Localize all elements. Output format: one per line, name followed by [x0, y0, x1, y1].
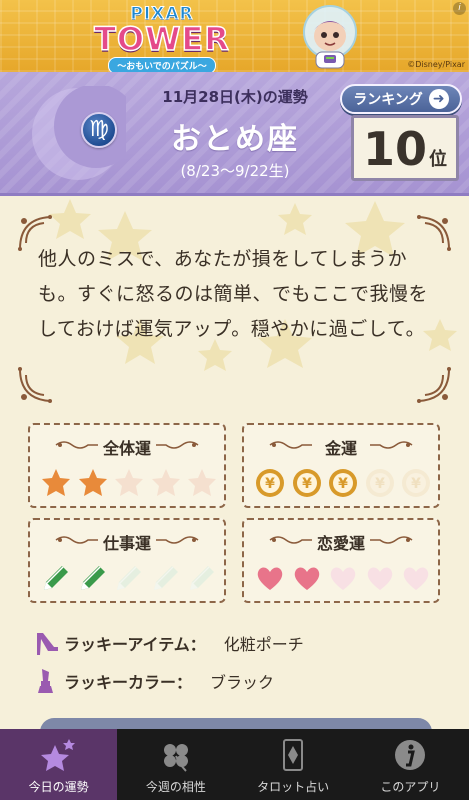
ranking-button[interactable]: ランキング ➜	[340, 84, 462, 114]
banner-copyright: ©Disney/Pixar	[407, 60, 465, 69]
high-heel-icon	[37, 633, 58, 655]
ornament-icon	[156, 536, 199, 544]
tab-label: 今週の相性	[145, 780, 206, 794]
pencil-icon-empty	[117, 566, 141, 590]
fortune-box-money: 金運 ¥ ¥ ¥ ¥ ¥	[242, 423, 440, 508]
fortune-message: 他人のミスで、あなたが損をしてしまうかも。すぐに怒るのは簡単、でもここで我慢をし…	[38, 248, 429, 340]
ad-banner[interactable]: PIXAR TOWER 〜おもいでのパズル〜 ©Disney/Pixar i	[0, 0, 469, 72]
pencil-icon-filled	[80, 566, 105, 590]
clover-icon	[163, 744, 188, 772]
star-icon-empty	[188, 469, 216, 496]
lipstick-icon	[38, 669, 53, 693]
star-icon-filled	[42, 469, 70, 496]
svg-text:¥: ¥	[265, 476, 275, 492]
pencil-icon-empty	[190, 566, 214, 590]
tab-tarot[interactable]: タロット占い	[235, 729, 352, 800]
tab-weekly-compatibility[interactable]: 今週の相性	[117, 729, 234, 800]
space-ranger-character-icon	[303, 5, 357, 69]
ornament-icon	[156, 441, 199, 449]
tab-today-fortune[interactable]: 今日の運勢	[0, 729, 118, 800]
fortune-box-overall: 全体運	[28, 423, 226, 508]
lucky-color-value: ブラック	[210, 673, 275, 692]
star-icon-empty	[115, 469, 143, 496]
stars-icon	[40, 739, 75, 771]
ornament-icon	[370, 441, 413, 449]
bottom-tab-bar: 今日の運勢 今週の相性 タロット占い このアプリ	[0, 729, 469, 800]
tab-label: 今日の運勢	[28, 780, 89, 794]
rank-unit: 位	[429, 149, 447, 170]
star-icon-empty	[151, 469, 180, 496]
heart-icon-empty	[403, 567, 429, 590]
yen-coin-icon-filled: ¥	[292, 469, 321, 497]
logo-subtitle: 〜おもいでのパズル〜	[108, 57, 216, 72]
ranking-button-label: ランキング	[353, 92, 423, 108]
rating-row	[40, 467, 218, 499]
tab-label: タロット占い	[257, 780, 330, 794]
svg-text:¥: ¥	[338, 476, 348, 492]
lucky-item-row: ラッキーアイテム： 化粧ポーチ	[34, 629, 304, 657]
svg-text:¥: ¥	[411, 476, 421, 492]
ad-info-icon[interactable]: i	[453, 2, 466, 15]
fortune-box-love: 恋愛運	[242, 518, 440, 603]
corner-ornament-bottom-left	[18, 367, 52, 403]
heart-icon-empty	[367, 567, 392, 590]
heart-icon-filled	[294, 567, 319, 590]
rating-row: ¥ ¥ ¥ ¥ ¥	[254, 467, 432, 499]
yen-coin-icon-empty: ¥	[402, 469, 430, 497]
logo-main-text: TOWER	[93, 20, 230, 58]
lucky-color-label: ラッキーカラー：	[64, 673, 193, 692]
tab-about-app[interactable]: このアプリ	[352, 729, 469, 800]
heart-icon-filled	[257, 567, 283, 590]
yen-coin-icon-filled: ¥	[256, 469, 284, 497]
lucky-color-row: ラッキーカラー： ブラック	[34, 667, 274, 695]
tarot-card-icon	[283, 739, 304, 771]
tab-label: このアプリ	[380, 780, 441, 794]
star-icon-filled	[78, 469, 107, 496]
lucky-item-label: ラッキーアイテム：	[64, 635, 206, 654]
yen-coin-icon-filled: ¥	[329, 469, 357, 497]
rank-number: 10	[362, 122, 427, 176]
zodiac-sign-name: おとめ座	[171, 122, 299, 157]
info-icon	[395, 740, 426, 770]
rating-row	[254, 562, 432, 594]
svg-text:¥: ¥	[302, 476, 312, 492]
fortune-box-work: 仕事運	[28, 518, 226, 603]
pencil-icon-empty	[153, 566, 178, 590]
fortune-date: 11月28日(木)の運勢	[162, 88, 308, 106]
yen-coin-icon-empty: ¥	[365, 469, 394, 497]
corner-ornament-bottom-right	[417, 367, 451, 403]
heart-icon-empty	[330, 567, 356, 590]
pencil-icon-filled	[44, 566, 68, 590]
lucky-item-value: 化粧ポーチ	[223, 635, 304, 654]
rating-row	[40, 562, 218, 594]
arrow-right-icon: ➜	[428, 89, 449, 109]
pixar-tower-logo: PIXAR TOWER 〜おもいでのパズル〜	[92, 4, 232, 72]
rank-display: 10 位	[351, 115, 459, 181]
zodiac-date-range: (8/23〜9/22生)	[180, 162, 290, 180]
ornament-icon	[370, 536, 413, 544]
svg-text:¥: ¥	[375, 476, 385, 492]
